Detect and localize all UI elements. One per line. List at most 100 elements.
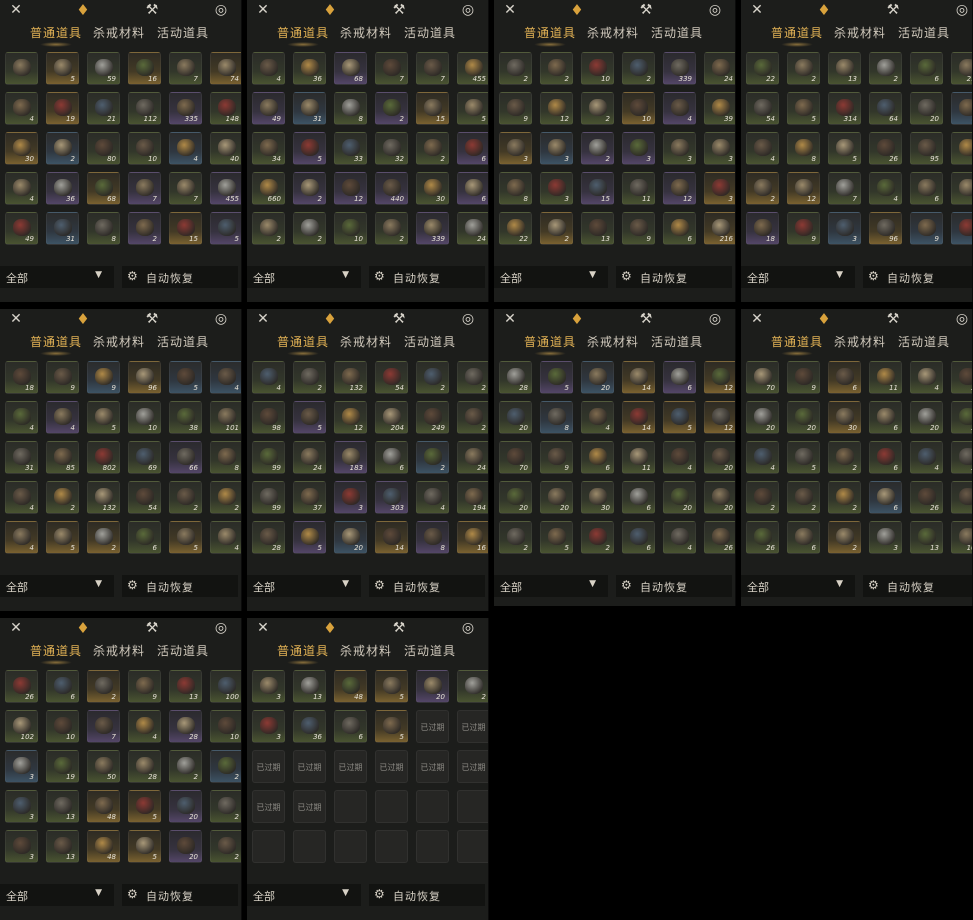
tab-normal-items[interactable]: 普通道具	[277, 22, 329, 47]
item-slot[interactable]: 5	[128, 830, 161, 863]
item-slot[interactable]: 7	[828, 172, 861, 205]
item-slot[interactable]: 2	[787, 481, 820, 514]
tab-normal-items[interactable]: 普通道具	[524, 22, 576, 47]
item-slot[interactable]: 100	[210, 670, 241, 703]
item-slot[interactable]: 7	[128, 172, 161, 205]
item-slot[interactable]: 30	[581, 481, 614, 514]
item-slot[interactable]: 10	[128, 401, 161, 434]
item-slot[interactable]: 4	[252, 361, 285, 394]
item-slot[interactable]: 96	[869, 212, 902, 245]
tab-kill-materials[interactable]: 杀戒材料	[834, 22, 886, 44]
item-slot[interactable]: 39	[704, 92, 735, 125]
item-slot[interactable]: 31	[293, 92, 326, 125]
item-slot[interactable]: 6	[910, 172, 943, 205]
item-slot[interactable]: 194	[457, 481, 488, 514]
item-slot[interactable]: 2	[252, 212, 285, 245]
item-slot[interactable]: 20	[951, 361, 972, 394]
expired-slot[interactable]: 已过期	[252, 790, 285, 823]
close-icon[interactable]: ✕	[6, 310, 26, 328]
item-slot[interactable]: 6	[334, 710, 367, 743]
item-slot[interactable]: 3	[540, 172, 573, 205]
tab-kill-materials[interactable]: 杀戒材料	[93, 640, 145, 662]
item-slot[interactable]: 20	[787, 401, 820, 434]
item-slot[interactable]: 26	[746, 521, 779, 554]
tab-kill-materials[interactable]: 杀戒材料	[834, 331, 886, 353]
item-slot[interactable]: 5	[375, 670, 408, 703]
tab-normal-items[interactable]: 普通道具	[771, 331, 823, 356]
item-slot[interactable]: 28	[252, 521, 285, 554]
item-slot[interactable]: 36	[46, 172, 79, 205]
guide-icon[interactable]: ◎	[705, 310, 725, 328]
item-slot[interactable]: 6	[951, 132, 972, 165]
item-slot[interactable]: 4	[5, 92, 38, 125]
item-slot[interactable]: 148	[210, 92, 241, 125]
item-slot[interactable]: 10	[622, 92, 655, 125]
item-slot[interactable]: 18	[5, 361, 38, 394]
item-slot[interactable]: 2	[293, 172, 326, 205]
item-slot[interactable]: 40	[210, 132, 241, 165]
item-slot[interactable]: 5	[663, 401, 696, 434]
item-slot[interactable]: 4	[210, 361, 241, 394]
item-slot[interactable]: 6	[869, 441, 902, 474]
item-slot[interactable]: 5	[293, 401, 326, 434]
item-slot[interactable]: 440	[375, 172, 408, 205]
bag-icon[interactable]: ♦	[73, 310, 93, 328]
item-slot[interactable]: 9	[910, 212, 943, 245]
tool-icon[interactable]: ⚒	[883, 1, 903, 19]
bag-icon[interactable]: ♦	[320, 619, 340, 637]
bag-icon[interactable]: ♦	[320, 310, 340, 328]
tool-icon[interactable]: ⚒	[389, 619, 409, 637]
guide-icon[interactable]: ◎	[458, 619, 478, 637]
item-slot[interactable]: 74	[210, 52, 241, 85]
item-slot[interactable]: 6	[46, 670, 79, 703]
tool-icon[interactable]: ⚒	[142, 619, 162, 637]
item-slot[interactable]: 20	[951, 401, 972, 434]
item-slot[interactable]: 3	[5, 750, 38, 783]
filter-dropdown[interactable]: 全部 ▼	[741, 266, 855, 288]
auto-recover-button[interactable]: ⚙ 自动恢复	[616, 575, 732, 597]
item-slot[interactable]: 38	[169, 401, 202, 434]
auto-recover-button[interactable]: ⚙ 自动恢复	[369, 884, 485, 906]
item-slot[interactable]: 2	[869, 52, 902, 85]
item-slot[interactable]: 26	[5, 670, 38, 703]
item-slot[interactable]: 8	[787, 132, 820, 165]
item-slot[interactable]: 5	[787, 441, 820, 474]
item-slot[interactable]: 6	[869, 401, 902, 434]
item-slot[interactable]: 7	[416, 52, 449, 85]
item-slot[interactable]: 216	[704, 212, 735, 245]
bag-icon[interactable]: ♦	[814, 310, 834, 328]
filter-dropdown[interactable]: 全部 ▼	[0, 266, 114, 288]
item-slot[interactable]: 12	[704, 361, 735, 394]
close-icon[interactable]: ✕	[6, 619, 26, 637]
item-slot[interactable]: 6	[663, 212, 696, 245]
item-slot[interactable]: 2	[746, 481, 779, 514]
item-slot[interactable]: 2	[210, 830, 241, 863]
auto-recover-button[interactable]: ⚙ 自动恢复	[122, 884, 238, 906]
item-slot[interactable]: 101	[210, 401, 241, 434]
item-slot[interactable]: 31	[5, 441, 38, 474]
item-slot[interactable]: 20	[581, 361, 614, 394]
item-slot[interactable]: 4	[5, 172, 38, 205]
expired-slot[interactable]: 已过期	[416, 710, 449, 743]
guide-icon[interactable]: ◎	[458, 310, 478, 328]
item-slot[interactable]: 6	[375, 441, 408, 474]
item-slot[interactable]: 15	[581, 172, 614, 205]
item-slot[interactable]: 2	[46, 132, 79, 165]
auto-recover-button[interactable]: ⚙ 自动恢复	[616, 266, 732, 288]
item-slot[interactable]: 5	[293, 521, 326, 554]
item-slot[interactable]: 4	[869, 172, 902, 205]
item-slot[interactable]: 2	[87, 521, 120, 554]
item-slot[interactable]: 24	[293, 441, 326, 474]
expired-slot[interactable]: 已过期	[375, 750, 408, 783]
item-slot[interactable]: 20	[910, 401, 943, 434]
item-slot[interactable]: 2	[169, 481, 202, 514]
item-slot[interactable]: 5	[46, 52, 79, 85]
item-slot[interactable]: 249	[416, 401, 449, 434]
item-slot[interactable]: 802	[87, 441, 120, 474]
tab-event-items[interactable]: 活动道具	[898, 331, 950, 353]
item-slot[interactable]: 13	[46, 790, 79, 823]
item-slot[interactable]: 6	[457, 132, 488, 165]
item-slot[interactable]: 20	[416, 670, 449, 703]
item-slot[interactable]: 3	[334, 481, 367, 514]
item-slot[interactable]: 96	[128, 361, 161, 394]
